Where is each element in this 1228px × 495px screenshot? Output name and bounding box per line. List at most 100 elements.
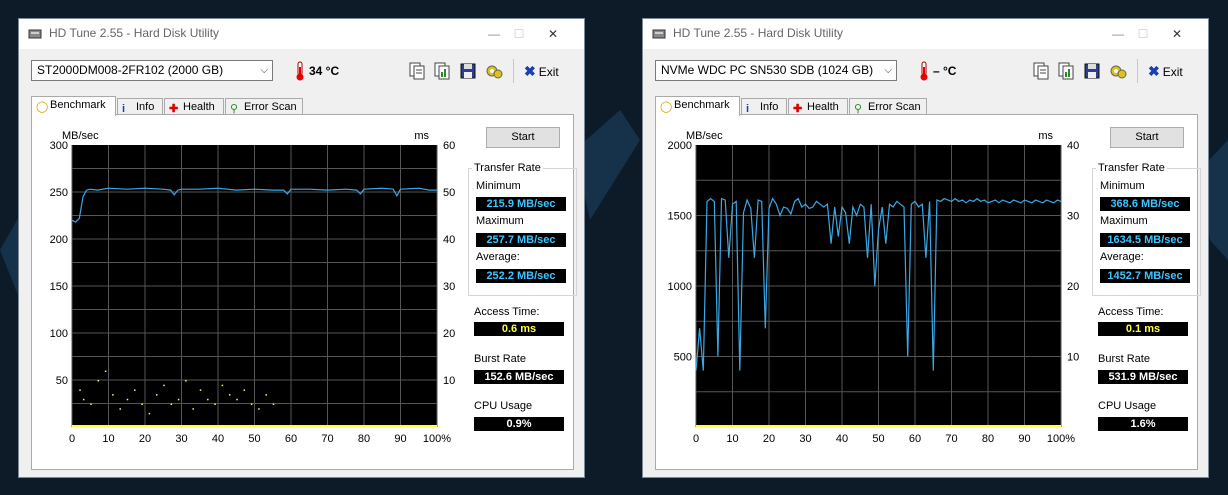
temperature-value: – °C [933, 64, 957, 78]
x-tick-label: 100% [423, 433, 451, 445]
copy-graph-icon[interactable] [432, 61, 452, 81]
access-time-point [90, 403, 92, 405]
x-tick-label: 60 [285, 433, 297, 445]
tab-label: Info [136, 101, 155, 113]
y-left-tick-label: 1000 [668, 281, 692, 293]
tab-info[interactable]: i Info [741, 98, 787, 115]
title-bar[interactable]: HD Tune 2.55 - Hard Disk Utility — ☐ ✕ [643, 19, 1208, 49]
close-button[interactable]: ✕ [1163, 22, 1191, 46]
access-time-point [177, 398, 180, 401]
tab-error-scan[interactable]: ⚲ Error Scan [849, 98, 927, 115]
minimize-button[interactable]: — [480, 22, 508, 46]
save-icon[interactable] [458, 61, 478, 81]
y-left-tick-label: 300 [50, 140, 68, 152]
burst-rate-value: 152.6 MB/sec [474, 370, 564, 384]
transfer-rate-chart: 0 10 20 30 40 50 60 70 80 90 100% 2000 1500 1000 500 40… [668, 140, 1080, 445]
tab-error-scan[interactable]: ⚲ Error Scan [225, 98, 303, 115]
burst-rate-label: Burst Rate [1098, 353, 1150, 365]
minimum-label: Minimum [476, 180, 521, 192]
tab-label: Benchmark [50, 99, 106, 111]
access-time-point [236, 398, 238, 401]
copy-info-icon[interactable] [1031, 61, 1051, 81]
access-time-label: Access Time: [474, 306, 540, 318]
chevron-down-icon: ⌵ [884, 65, 892, 76]
x-tick-label: 30 [175, 433, 187, 445]
title-bar[interactable]: HD Tune 2.55 - Hard Disk Utility — ☐ ✕ [19, 19, 584, 49]
minimize-button[interactable]: — [1104, 22, 1132, 46]
maximize-button[interactable]: ☐ [505, 22, 533, 46]
y-right-tick-label: 10 [1067, 352, 1079, 364]
y-right-tick-label: 40 [443, 234, 455, 246]
hdtune-window-hdd: HD Tune 2.55 - Hard Disk Utility — ☐ ✕ S… [18, 18, 585, 478]
tab-health[interactable]: ✚ Health [788, 98, 848, 115]
exit-button[interactable]: ✖ Exit [524, 63, 559, 80]
drive-select-value: NVMe WDC PC SN530 SDB (1024 GB) [661, 63, 874, 77]
access-time-point [199, 389, 202, 391]
exit-label: Exit [538, 65, 559, 79]
tab-info[interactable]: i Info [117, 98, 163, 115]
save-icon[interactable] [1082, 61, 1102, 81]
tab-health[interactable]: ✚ Health [164, 98, 224, 115]
thermometer-icon [296, 61, 304, 81]
access-time-point [243, 389, 246, 391]
x-tick-label: 40 [212, 433, 224, 445]
benchmark-icon: ◯ [660, 101, 673, 113]
y-right-tick-label: 30 [1067, 211, 1079, 223]
benchmark-panel: MB/sec ms 0 10 20 30 40 50 60 70 80 90 100% 2000 150… [655, 114, 1201, 470]
options-icon[interactable] [484, 61, 504, 81]
access-time-point [141, 403, 143, 405]
average-label: Average: [476, 251, 520, 263]
y-right-tick-label: 30 [443, 281, 455, 293]
tab-benchmark[interactable]: ◯ Benchmark [655, 96, 740, 116]
x-tick-label: 10 [726, 433, 738, 445]
access-time-point [79, 389, 81, 391]
access-time-value: 0.1 ms [1098, 322, 1188, 336]
y-right-tick-label: 20 [1067, 281, 1079, 293]
tab-label: Health [807, 101, 839, 113]
cpu-usage-value: 1.6% [1098, 417, 1188, 431]
copy-graph-icon[interactable] [1056, 61, 1076, 81]
toolbar-separator [513, 59, 514, 83]
x-tick-label: 70 [321, 433, 333, 445]
drive-select[interactable]: NVMe WDC PC SN530 SDB (1024 GB) ⌵ [655, 60, 897, 81]
tab-label: Info [760, 101, 779, 113]
burst-rate-value: 531.9 MB/sec [1098, 370, 1188, 384]
access-time-value: 0.6 ms [474, 322, 564, 336]
options-icon[interactable] [1108, 61, 1128, 81]
y-left-tick-label: 1500 [668, 211, 692, 223]
drive-select[interactable]: ST2000DM008-2FR102 (2000 GB) ⌵ [31, 60, 273, 81]
drive-select-value: ST2000DM008-2FR102 (2000 GB) [37, 63, 224, 77]
start-button[interactable]: Start [1110, 127, 1184, 148]
maximum-label: Maximum [476, 215, 524, 227]
tab-label: Benchmark [674, 99, 730, 111]
copy-info-icon[interactable] [407, 61, 427, 81]
x-tick-label: 30 [799, 433, 811, 445]
close-button[interactable]: ✕ [539, 22, 567, 46]
cpu-usage-label: CPU Usage [474, 400, 533, 412]
y-left-tick-label: 50 [56, 375, 68, 387]
access-time-point [192, 408, 194, 410]
start-button[interactable]: Start [486, 127, 560, 148]
maximize-button[interactable]: ☐ [1129, 22, 1157, 46]
maximum-value: 1634.5 MB/sec [1100, 233, 1190, 247]
x-tick-label: 100% [1047, 433, 1075, 445]
minimum-value: 368.6 MB/sec [1100, 197, 1190, 211]
access-time-point [265, 394, 267, 396]
access-time-point [272, 403, 275, 405]
tab-benchmark[interactable]: ◯ Benchmark [31, 96, 116, 116]
x-tick-label: 70 [945, 433, 957, 445]
access-time-point [82, 398, 85, 401]
y-left-tick-label: 250 [50, 187, 68, 199]
access-time-point [228, 394, 231, 396]
exit-button[interactable]: ✖ Exit [1148, 63, 1183, 80]
minimum-value: 215.9 MB/sec [476, 197, 566, 211]
y-right-tick-label: 20 [443, 328, 455, 340]
minimum-label: Minimum [1100, 180, 1145, 192]
x-tick-label: 0 [693, 433, 699, 445]
access-time-point [112, 394, 114, 396]
maximum-value: 257.7 MB/sec [476, 233, 566, 247]
x-tick-label: 20 [139, 433, 151, 445]
access-time-point [163, 384, 165, 387]
benchmark-icon: ◯ [36, 101, 49, 113]
transfer-rate-title: Transfer Rate [1096, 162, 1167, 174]
